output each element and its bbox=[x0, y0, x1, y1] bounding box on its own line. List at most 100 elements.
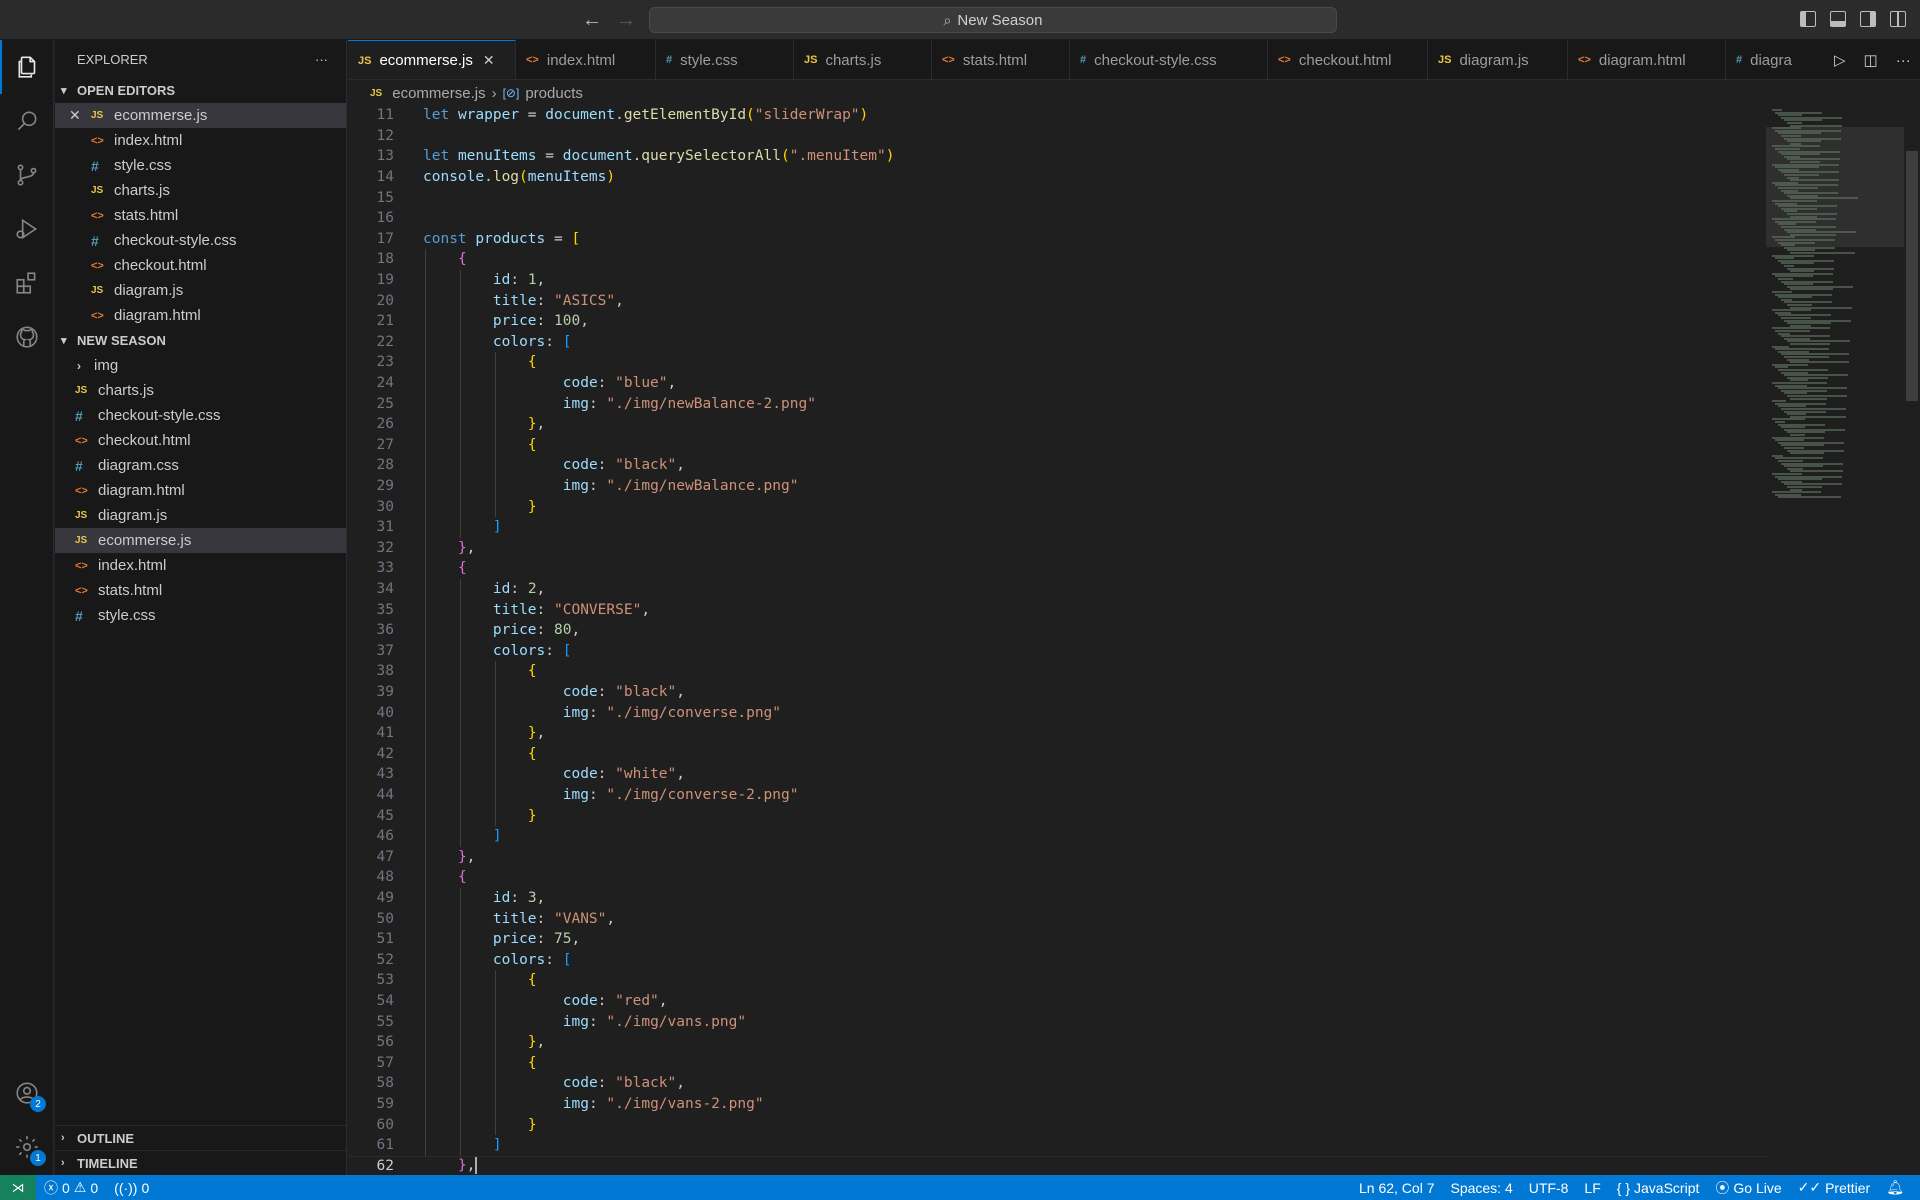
open-editor-item[interactable]: <> index.html bbox=[55, 128, 346, 153]
accounts-icon[interactable]: 2 bbox=[0, 1066, 54, 1120]
search-icon[interactable] bbox=[0, 94, 54, 148]
manage-gear-icon[interactable]: 1 bbox=[0, 1120, 54, 1174]
minimap[interactable] bbox=[1766, 105, 1904, 1175]
code-line[interactable]: 30 } bbox=[348, 496, 1766, 517]
folder-item[interactable]: › img bbox=[55, 353, 346, 378]
code-line[interactable]: 34 id: 2, bbox=[348, 579, 1766, 600]
file-item[interactable]: # style.css bbox=[55, 603, 346, 628]
code-line[interactable]: 54 code: "red", bbox=[348, 991, 1766, 1012]
cursor-position[interactable]: Ln 62, Col 7 bbox=[1351, 1180, 1443, 1196]
code-line[interactable]: 45 } bbox=[348, 805, 1766, 826]
code-line[interactable]: 43 code: "white", bbox=[348, 764, 1766, 785]
file-item[interactable]: <> checkout.html bbox=[55, 428, 346, 453]
run-icon[interactable]: ▷ bbox=[1834, 51, 1846, 69]
split-editor-icon[interactable]: ◫ bbox=[1864, 51, 1878, 69]
open-editor-item[interactable]: ✕ JS ecommerse.js bbox=[55, 103, 346, 128]
code-line[interactable]: 25 img: "./img/newBalance-2.png" bbox=[348, 393, 1766, 414]
file-item[interactable]: <> diagram.html bbox=[55, 478, 346, 503]
toggle-primary-sidebar-icon[interactable] bbox=[1800, 11, 1816, 27]
open-editor-item[interactable]: # checkout-style.css bbox=[55, 228, 346, 253]
end-of-line[interactable]: LF bbox=[1576, 1180, 1608, 1196]
code-line[interactable]: 56 }, bbox=[348, 1032, 1766, 1053]
close-icon[interactable]: ✕ bbox=[69, 107, 85, 124]
code-line[interactable]: 17 const products = [ bbox=[348, 229, 1766, 250]
code-line[interactable]: 55 img: "./img/vans.png" bbox=[348, 1011, 1766, 1032]
code-line[interactable]: 24 code: "blue", bbox=[348, 373, 1766, 394]
source-control-icon[interactable] bbox=[0, 148, 54, 202]
file-item[interactable]: # diagram.css bbox=[55, 453, 346, 478]
editor-tab[interactable]: <> diagram.html bbox=[1568, 40, 1726, 79]
code-line[interactable]: 49 id: 3, bbox=[348, 888, 1766, 909]
code-line[interactable]: 36 price: 80, bbox=[348, 620, 1766, 641]
file-item[interactable]: JS ecommerse.js bbox=[55, 528, 346, 553]
code-line[interactable]: 42 { bbox=[348, 744, 1766, 765]
code-line[interactable]: 27 { bbox=[348, 435, 1766, 456]
code-line[interactable]: 20 title: "ASICS", bbox=[348, 290, 1766, 311]
code-line[interactable]: 21 price: 100, bbox=[348, 311, 1766, 332]
editor-tab[interactable]: <> stats.html bbox=[932, 40, 1070, 79]
open-editor-item[interactable]: # style.css bbox=[55, 153, 346, 178]
close-icon[interactable]: ✕ bbox=[483, 52, 495, 69]
file-item[interactable]: <> index.html bbox=[55, 553, 346, 578]
folder-header[interactable]: ▾ NEW SEASON bbox=[55, 328, 346, 353]
explorer-icon[interactable] bbox=[0, 40, 54, 94]
code-line[interactable]: 47 }, bbox=[348, 847, 1766, 868]
outline-section[interactable]: › OUTLINE bbox=[55, 1125, 347, 1150]
code-line[interactable]: 60 } bbox=[348, 1114, 1766, 1135]
editor-tab[interactable]: JS charts.js bbox=[794, 40, 932, 79]
open-editor-item[interactable]: <> stats.html bbox=[55, 203, 346, 228]
code-line[interactable]: 28 code: "black", bbox=[348, 455, 1766, 476]
code-line[interactable]: 53 { bbox=[348, 970, 1766, 991]
file-item[interactable]: JS diagram.js bbox=[55, 503, 346, 528]
code-line[interactable]: 32 }, bbox=[348, 538, 1766, 559]
code-line[interactable]: 46 ] bbox=[348, 826, 1766, 847]
timeline-section[interactable]: › TIMELINE bbox=[55, 1150, 347, 1175]
editor-tab[interactable]: # diagra bbox=[1726, 40, 1826, 79]
command-center[interactable]: ⌕ New Season bbox=[649, 7, 1337, 33]
editor-tab[interactable]: # style.css bbox=[656, 40, 794, 79]
code-line[interactable]: 39 code: "black", bbox=[348, 682, 1766, 703]
code-line[interactable]: 41 }, bbox=[348, 723, 1766, 744]
extensions-icon[interactable] bbox=[0, 256, 54, 310]
open-editor-item[interactable]: <> diagram.html bbox=[55, 303, 346, 328]
code-editor[interactable]: 11 let wrapper = document.getElementById(… bbox=[348, 105, 1766, 1175]
code-line[interactable]: 40 img: "./img/converse.png" bbox=[348, 702, 1766, 723]
code-line[interactable]: 50 title: "VANS", bbox=[348, 908, 1766, 929]
file-item[interactable]: <> stats.html bbox=[55, 578, 346, 603]
code-line[interactable]: 59 img: "./img/vans-2.png" bbox=[348, 1094, 1766, 1115]
open-editors-header[interactable]: ▾ OPEN EDITORS bbox=[55, 78, 346, 103]
code-line[interactable]: 13 let menuItems = document.querySelector… bbox=[348, 146, 1766, 167]
go-live-button[interactable]: ⦿ Go Live bbox=[1707, 1178, 1789, 1198]
code-line[interactable]: 14 console.log(menuItems) bbox=[348, 167, 1766, 188]
code-line[interactable]: 62 }, bbox=[348, 1155, 1766, 1175]
editor-tab[interactable]: JS ecommerse.js ✕ bbox=[348, 40, 516, 79]
code-line[interactable]: 58 code: "black", bbox=[348, 1073, 1766, 1094]
code-line[interactable]: 15 bbox=[348, 187, 1766, 208]
code-line[interactable]: 52 colors: [ bbox=[348, 950, 1766, 971]
toggle-panel-icon[interactable] bbox=[1830, 11, 1846, 27]
open-editor-item[interactable]: <> checkout.html bbox=[55, 253, 346, 278]
code-line[interactable]: 48 { bbox=[348, 867, 1766, 888]
editor-tab[interactable]: <> checkout.html bbox=[1268, 40, 1428, 79]
breadcrumb-symbol[interactable]: products bbox=[525, 85, 583, 102]
language-mode[interactable]: { } JavaScript bbox=[1609, 1180, 1708, 1196]
code-line[interactable]: 16 bbox=[348, 208, 1766, 229]
code-line[interactable]: 26 }, bbox=[348, 414, 1766, 435]
code-line[interactable]: 23 { bbox=[348, 352, 1766, 373]
code-line[interactable]: 35 title: "CONVERSE", bbox=[348, 599, 1766, 620]
ports-indicator[interactable]: ((·)) 0 bbox=[106, 1180, 157, 1196]
editor-tab[interactable]: # checkout-style.css bbox=[1070, 40, 1268, 79]
code-line[interactable]: 51 price: 75, bbox=[348, 929, 1766, 950]
code-line[interactable]: 57 { bbox=[348, 1053, 1766, 1074]
file-item[interactable]: # checkout-style.css bbox=[55, 403, 346, 428]
code-line[interactable]: 31 ] bbox=[348, 517, 1766, 538]
code-line[interactable]: 12 bbox=[348, 126, 1766, 147]
breadcrumb-file[interactable]: ecommerse.js bbox=[392, 85, 485, 102]
code-line[interactable]: 61 ] bbox=[348, 1135, 1766, 1156]
code-line[interactable]: 18 { bbox=[348, 249, 1766, 270]
code-line[interactable]: 37 colors: [ bbox=[348, 641, 1766, 662]
vertical-scrollbar[interactable] bbox=[1904, 105, 1920, 1175]
more-actions-icon[interactable]: ··· bbox=[315, 52, 328, 67]
forward-arrow-icon[interactable]: → bbox=[616, 9, 636, 32]
code-line[interactable]: 19 id: 1, bbox=[348, 270, 1766, 291]
